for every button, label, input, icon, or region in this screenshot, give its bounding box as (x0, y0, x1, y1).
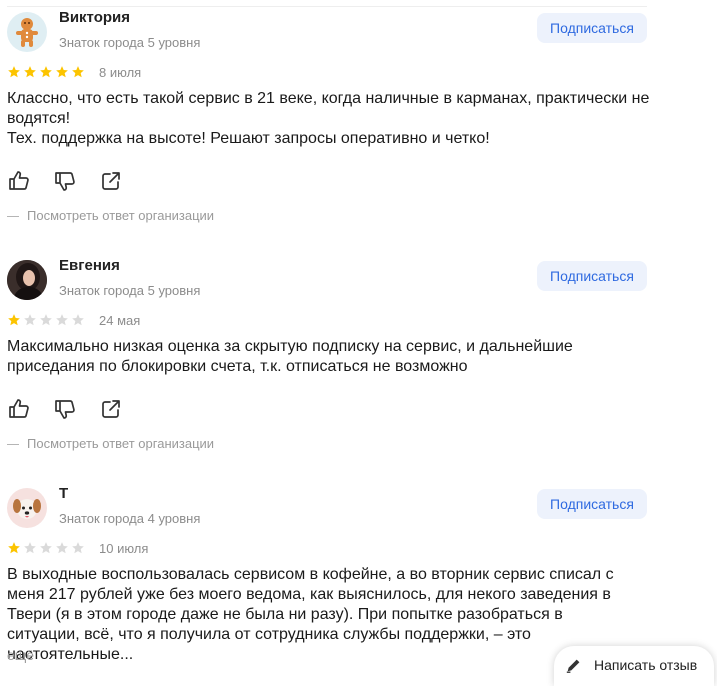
rating-stars (7, 65, 85, 79)
share-icon[interactable] (99, 169, 123, 193)
review-text-line: В выходные воспользовалась сервисом в ко… (7, 566, 614, 663)
write-review-label: Написать отзыв (594, 657, 698, 673)
write-review-button[interactable]: Написать отзыв (554, 646, 714, 686)
rating-stars (7, 541, 85, 555)
star-filled-icon (56, 66, 68, 78)
star-filled-icon (72, 66, 84, 78)
dash-icon (7, 444, 19, 446)
org-reply-label: Посмотреть ответ организации (27, 436, 215, 451)
star-empty-icon (56, 542, 68, 554)
gingerbread-icon[interactable] (7, 12, 47, 52)
divider (7, 6, 647, 7)
rating-stars (7, 313, 85, 327)
review-date: 24 мая (99, 313, 141, 328)
user-photo-icon[interactable] (7, 260, 47, 300)
star-empty-icon (72, 314, 84, 326)
thumbs-down-icon[interactable] (53, 169, 77, 193)
star-empty-icon (56, 314, 68, 326)
star-empty-icon (24, 542, 36, 554)
dash-icon (7, 216, 19, 218)
author-name[interactable]: Евгения (59, 257, 120, 274)
thumbs-up-icon[interactable] (7, 397, 31, 421)
star-filled-icon (8, 66, 20, 78)
org-reply-link[interactable]: Посмотреть ответ организации (7, 208, 214, 223)
author-name[interactable]: Виктория (59, 9, 130, 26)
star-filled-icon (24, 66, 36, 78)
review-text-line: Максимально низкая оценка за скрытую под… (7, 338, 573, 375)
pencil-icon (566, 659, 580, 673)
star-empty-icon (40, 542, 52, 554)
star-empty-icon (40, 314, 52, 326)
org-reply-label: Посмотреть ответ организации (27, 208, 215, 223)
review-actions (7, 397, 123, 421)
star-filled-icon (40, 66, 52, 78)
author-level: Знаток города 4 уровня (59, 511, 201, 526)
org-reply-link[interactable]: Посмотреть ответ организации (7, 436, 214, 451)
review-date: 8 июля (99, 65, 142, 80)
star-filled-icon (8, 542, 20, 554)
star-filled-icon (8, 314, 20, 326)
subscribe-button[interactable]: Подписаться (537, 489, 647, 519)
thumbs-down-icon[interactable] (53, 397, 77, 421)
review-text: Классно, что есть такой сервис в 21 веке… (7, 89, 667, 149)
author-name[interactable]: Т (59, 485, 68, 502)
review-text-line: Тех. поддержка на высоте! Решают запросы… (7, 130, 490, 147)
review-actions (7, 169, 123, 193)
star-empty-icon (24, 314, 36, 326)
review-text: Максимально низкая оценка за скрытую под… (7, 337, 667, 377)
more-link[interactable]: ещё (7, 647, 34, 663)
subscribe-button[interactable]: Подписаться (537, 13, 647, 43)
star-empty-icon (72, 542, 84, 554)
dog-icon[interactable] (7, 488, 47, 528)
subscribe-button[interactable]: Подписаться (537, 261, 647, 291)
share-icon[interactable] (99, 397, 123, 421)
review-date: 10 июля (99, 541, 149, 556)
author-level: Знаток города 5 уровня (59, 35, 201, 50)
review-text-line: Классно, что есть такой сервис в 21 веке… (7, 90, 650, 127)
author-level: Знаток города 5 уровня (59, 283, 201, 298)
thumbs-up-icon[interactable] (7, 169, 31, 193)
